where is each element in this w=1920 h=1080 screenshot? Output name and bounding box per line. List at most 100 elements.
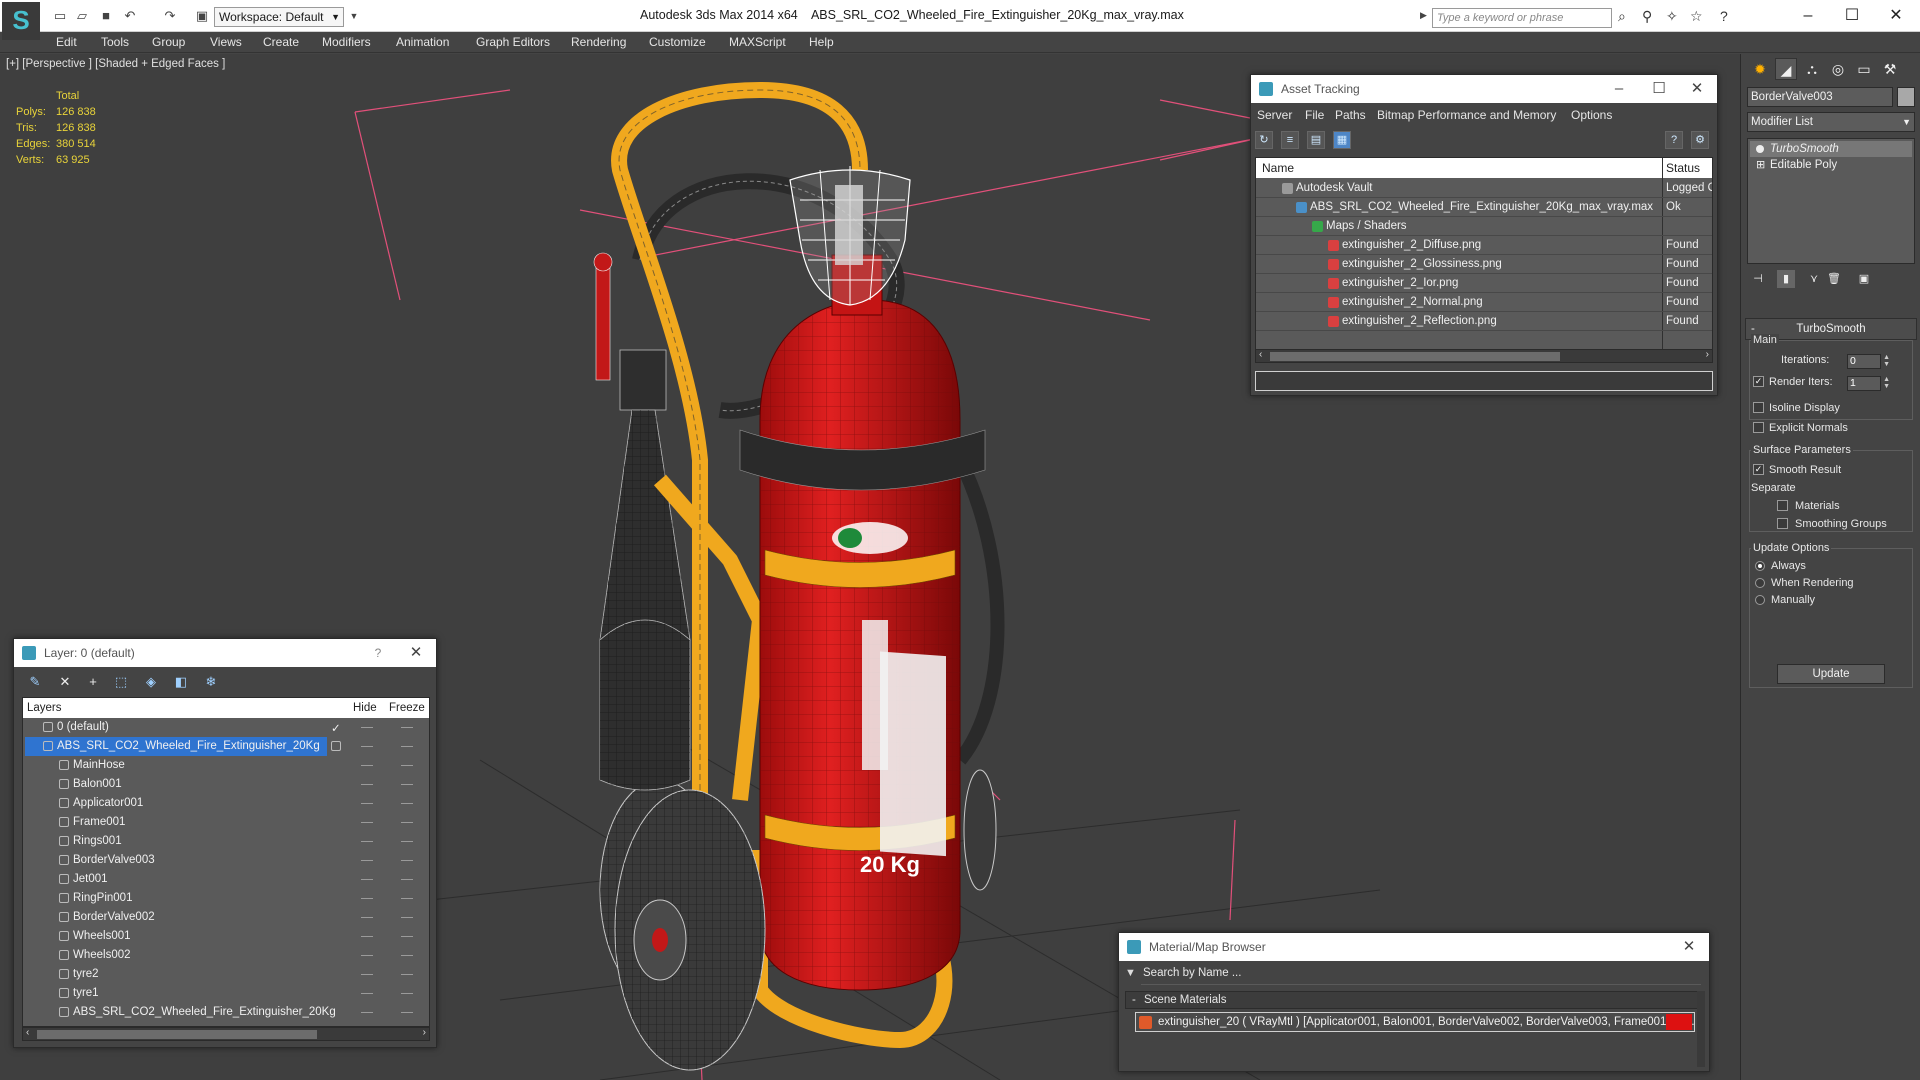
delete-layer-icon[interactable]: ✕ [56, 673, 74, 691]
list-item[interactable]: Balon001 [23, 775, 429, 794]
menu-create[interactable]: Create [263, 35, 299, 49]
freeze-toggle[interactable] [401, 955, 413, 956]
isoline-display-checkbox[interactable] [1753, 402, 1764, 413]
favorites-icon[interactable]: ☆ [1690, 8, 1703, 25]
asset-close-button[interactable]: ✕ [1679, 75, 1715, 103]
object-name-field[interactable]: BorderValve003 [1747, 87, 1893, 107]
table-row[interactable]: extinguisher_2_Reflection.png Found [1256, 312, 1712, 331]
scene-materials-group[interactable]: - Scene Materials [1125, 991, 1703, 1009]
menu-tools[interactable]: Tools [101, 35, 129, 49]
close-button[interactable]: ✕ [1876, 4, 1916, 28]
asset-menu-options[interactable]: Options [1571, 108, 1612, 122]
freeze-toggle[interactable] [401, 860, 413, 861]
freeze-toggle[interactable] [401, 917, 413, 918]
freeze-toggle[interactable] [401, 993, 413, 994]
hide-toggle[interactable] [361, 803, 373, 804]
smooth-result-checkbox[interactable]: ✓ [1753, 464, 1764, 475]
minimize-button[interactable]: – [1788, 4, 1828, 28]
redo-icon[interactable]: ↷ [162, 8, 178, 24]
current-layer-check-icon[interactable]: ✓ [331, 721, 341, 735]
hide-toggle[interactable] [361, 727, 373, 728]
thumbnail-view-icon[interactable]: ▤ [1307, 131, 1325, 149]
stack-item-turbosmooth[interactable]: TurboSmooth [1750, 141, 1912, 157]
create-tab-icon[interactable]: ✹ [1749, 58, 1771, 80]
list-item[interactable]: Wheels001 [23, 927, 429, 946]
lightbulb-icon[interactable] [1756, 145, 1764, 153]
create-layer-icon[interactable]: ✎ [26, 673, 44, 691]
undo-icon[interactable]: ↶ [122, 8, 138, 24]
search-input[interactable]: Type a keyword or phrase [1432, 8, 1612, 28]
spinner-arrows-icon[interactable]: ▲ ▼ [1883, 354, 1890, 368]
make-unique-icon[interactable]: ⋎ [1805, 270, 1823, 288]
hierarchy-tab-icon[interactable]: ⛬ [1801, 58, 1823, 80]
freeze-toggle[interactable] [401, 1012, 413, 1013]
scroll-thumb[interactable] [37, 1030, 317, 1039]
menu-maxscript[interactable]: MAXScript [729, 35, 786, 49]
smoothing-groups-checkbox[interactable] [1777, 518, 1788, 529]
scroll-left-icon[interactable]: ‹ [1259, 349, 1262, 360]
layer-col-freeze[interactable]: Freeze [389, 702, 425, 714]
material-vertical-scrollbar[interactable] [1697, 991, 1705, 1067]
update-button[interactable]: Update [1777, 664, 1885, 684]
hide-toggle[interactable] [361, 784, 373, 785]
material-search-input[interactable]: Search by Name ... [1141, 967, 1701, 985]
asset-menu-bitmap[interactable]: Bitmap Performance and Memory [1377, 108, 1556, 122]
list-item[interactable]: Jet001 [23, 870, 429, 889]
hide-toggle[interactable] [361, 879, 373, 880]
asset-path-field[interactable] [1255, 371, 1713, 391]
freeze-toggle[interactable] [401, 974, 413, 975]
list-view-icon[interactable]: ≡ [1281, 131, 1299, 149]
freeze-toggle[interactable] [401, 727, 413, 728]
when-rendering-radio[interactable] [1755, 578, 1765, 588]
modify-tab-icon[interactable]: ◢ [1775, 58, 1797, 80]
modifier-list-dropdown[interactable]: Modifier List ▼ [1747, 112, 1915, 132]
layer-close-button[interactable]: ✕ [398, 639, 434, 667]
freeze-toggle[interactable] [401, 803, 413, 804]
list-item[interactable]: ABS_SRL_CO2_Wheeled_Fire_Extinguisher_20… [23, 737, 429, 756]
workspace-dropdown[interactable]: Workspace: Default ▼ [214, 7, 344, 27]
stack-item-editable-poly[interactable]: ⊞ Editable Poly [1750, 157, 1912, 173]
hide-toggle[interactable] [361, 822, 373, 823]
hide-all-icon[interactable]: ◧ [172, 673, 190, 691]
list-item[interactable]: 0 (default) ✓ [23, 718, 429, 737]
add-to-layer-icon[interactable]: + [84, 673, 102, 691]
menu-group[interactable]: Group [152, 35, 185, 49]
new-file-icon[interactable]: ▭ [52, 8, 68, 24]
filter-dropdown-icon[interactable]: ▼ [1125, 967, 1136, 979]
table-view-icon[interactable]: ▦ [1333, 131, 1351, 149]
asset-minimize-button[interactable]: – [1601, 75, 1637, 103]
hide-toggle[interactable] [361, 765, 373, 766]
communication-icon[interactable]: ✧ [1666, 8, 1678, 25]
hide-toggle[interactable] [361, 974, 373, 975]
list-item[interactable]: RingPin001 [23, 889, 429, 908]
freeze-toggle[interactable] [401, 765, 413, 766]
menu-views[interactable]: Views [210, 35, 242, 49]
table-row[interactable]: extinguisher_2_Diffuse.png Found [1256, 236, 1712, 255]
asset-settings-icon[interactable]: ⚙ [1691, 131, 1709, 149]
workspace-menu-icon[interactable]: ▼ [346, 8, 362, 24]
freeze-all-icon[interactable]: ❄ [202, 673, 220, 691]
freeze-toggle[interactable] [401, 898, 413, 899]
material-browser-titlebar[interactable]: Material/Map Browser [1119, 933, 1709, 961]
materials-checkbox[interactable] [1777, 500, 1788, 511]
configure-sets-icon[interactable]: ▣ [1855, 270, 1873, 288]
render-iters-checkbox[interactable]: ✓ [1753, 376, 1764, 387]
remove-modifier-icon[interactable]: 🗑 [1825, 270, 1843, 288]
hide-toggle[interactable] [361, 993, 373, 994]
table-row[interactable]: extinguisher_2_Ior.png Found [1256, 274, 1712, 293]
hide-toggle[interactable] [361, 1012, 373, 1013]
table-row[interactable]: Maps / Shaders [1256, 217, 1712, 236]
app-logo-icon[interactable]: S [2, 2, 40, 40]
set-current-layer-icon[interactable] [331, 741, 341, 751]
asset-col-status[interactable]: Status [1666, 161, 1700, 175]
always-radio[interactable] [1755, 561, 1765, 571]
render-iters-spinner[interactable]: 1 ▲ ▼ [1847, 376, 1890, 391]
refresh-icon[interactable]: ↻ [1255, 131, 1273, 149]
project-folder-icon[interactable]: ▣ [194, 8, 210, 24]
hide-toggle[interactable] [361, 936, 373, 937]
select-objects-icon[interactable]: ⬚ [112, 673, 130, 691]
freeze-toggle[interactable] [401, 784, 413, 785]
asset-col-name[interactable]: Name [1262, 161, 1294, 175]
manually-radio[interactable] [1755, 595, 1765, 605]
menu-edit[interactable]: Edit [56, 35, 77, 49]
